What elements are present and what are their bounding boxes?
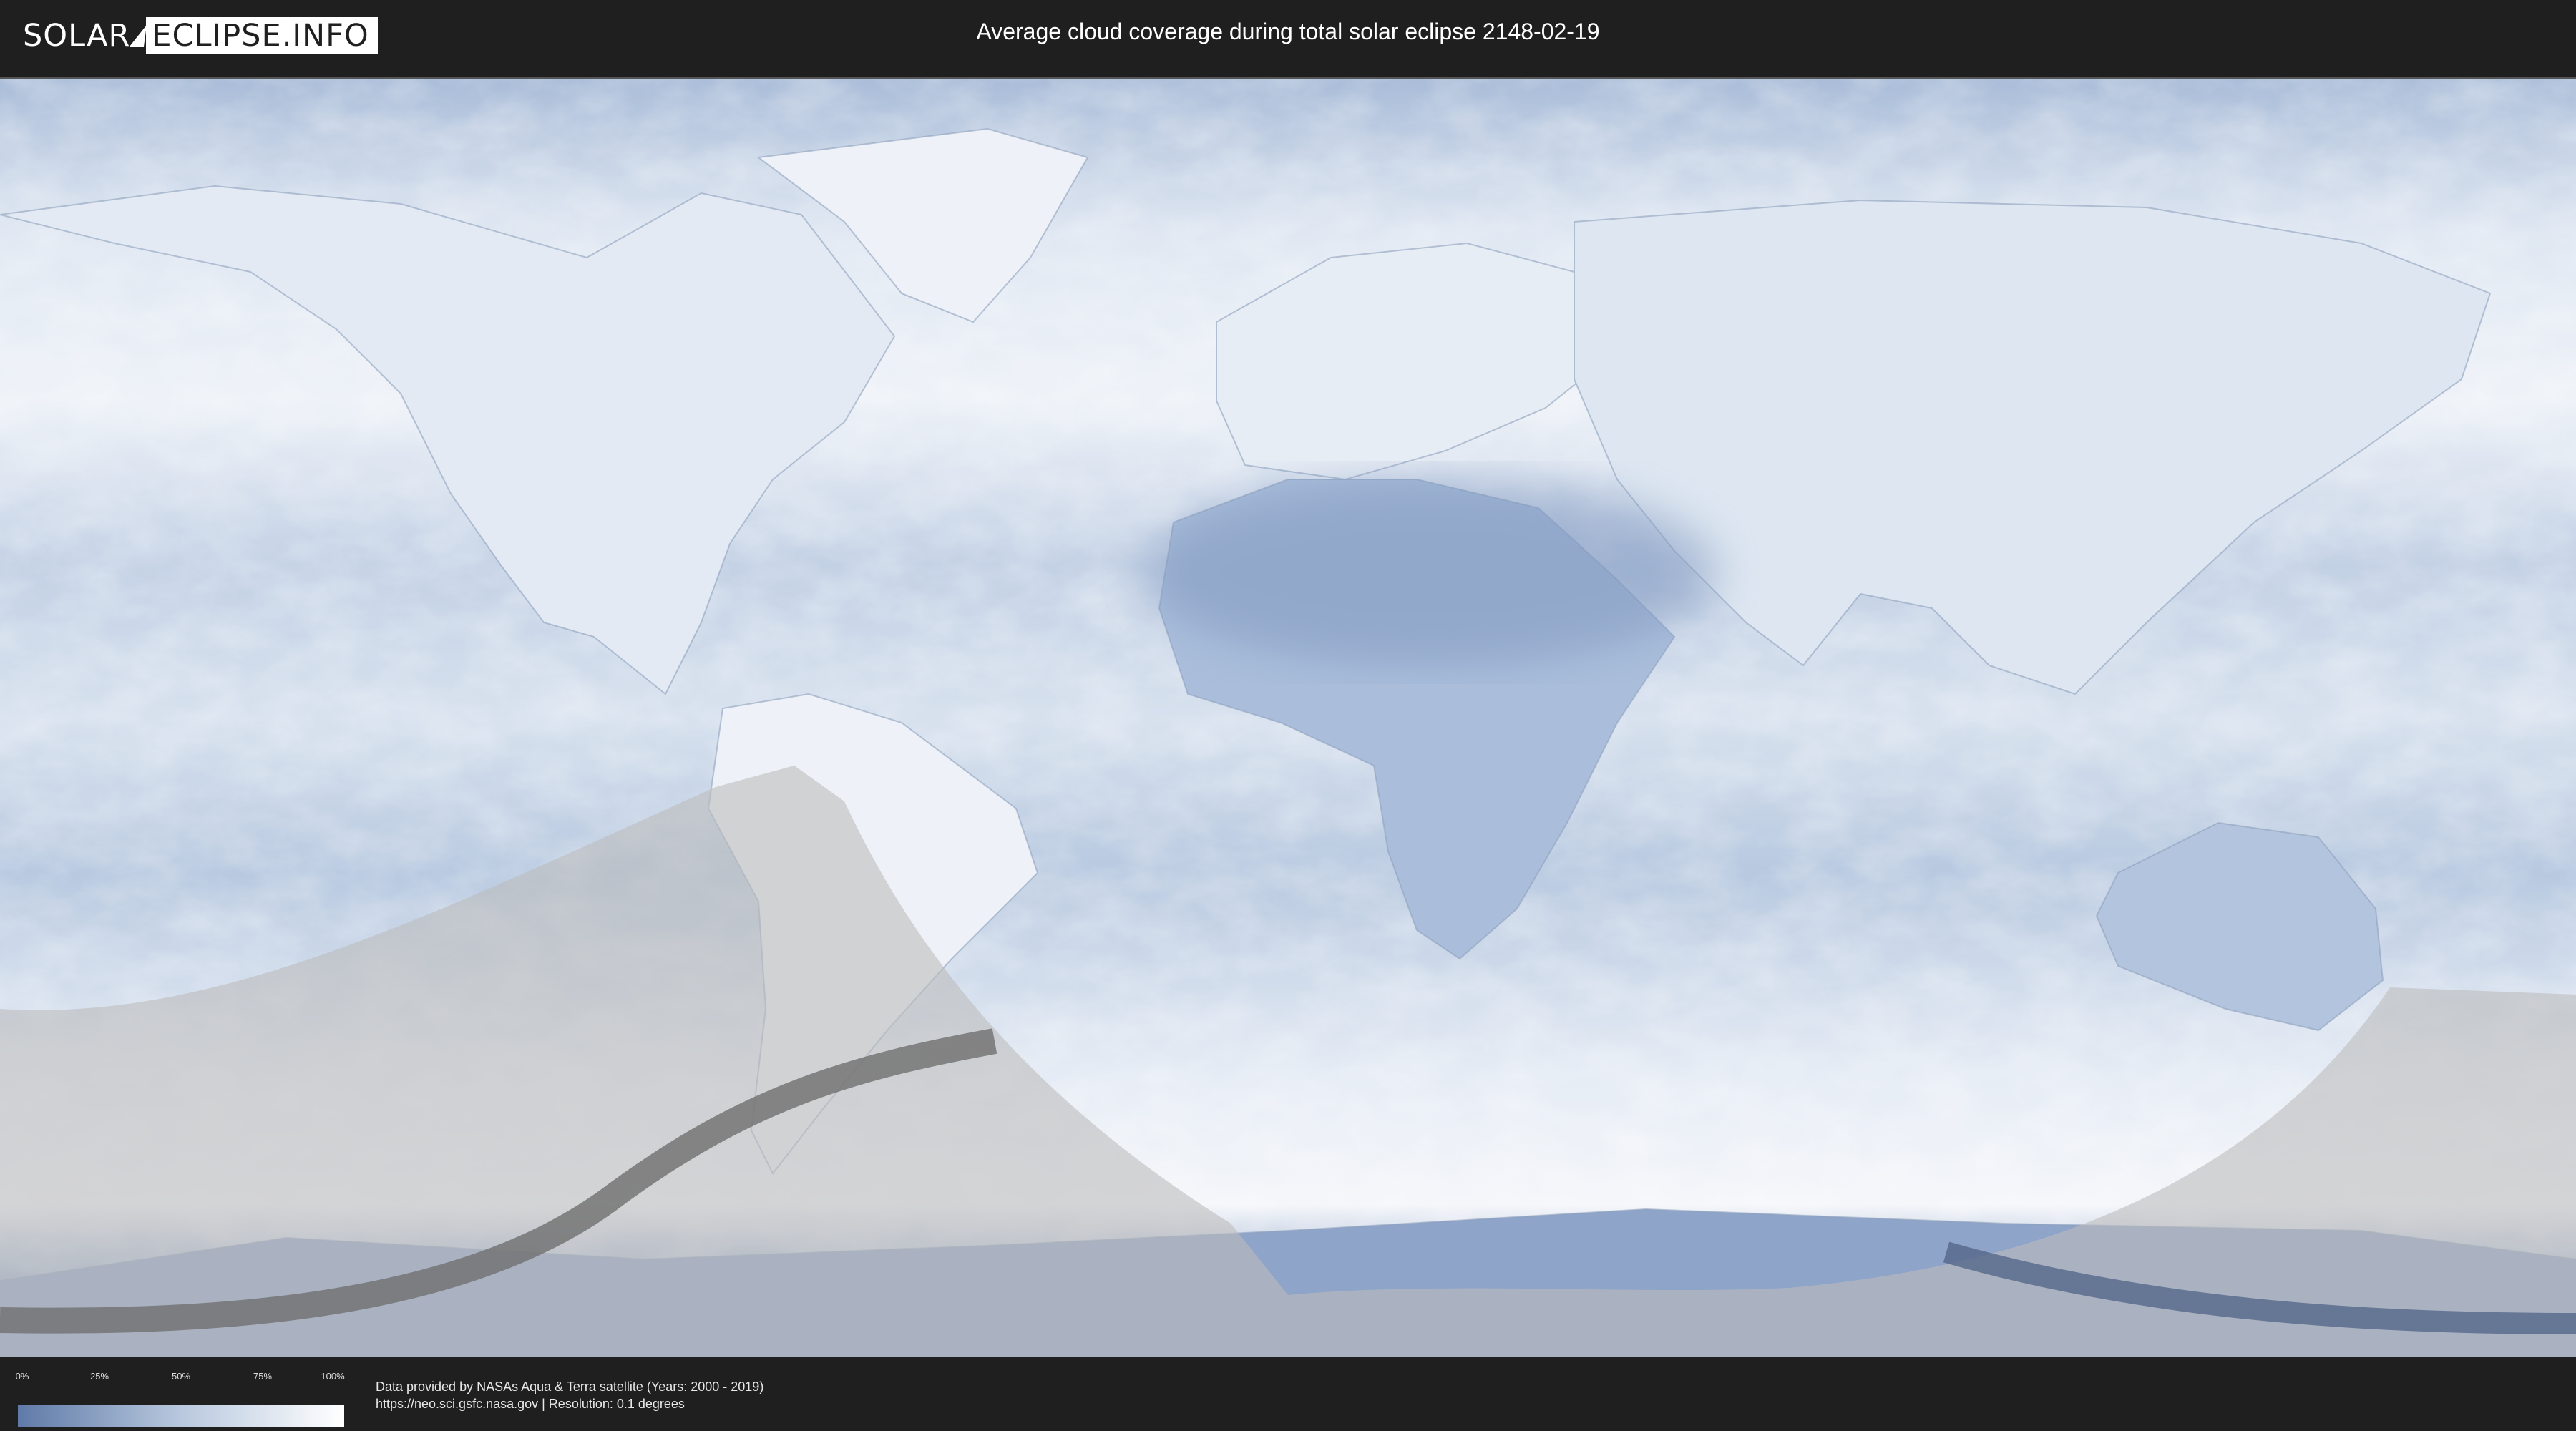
footer: 0% 25% 50% 75% 100% Data provided by NAS…: [0, 1357, 2576, 1431]
data-credits: Data provided by NASAs Aqua & Terra sate…: [376, 1378, 763, 1412]
legend-tick-0: 0%: [15, 1371, 29, 1382]
legend-tick-50: 50%: [171, 1371, 191, 1382]
map-svg: [0, 79, 2576, 1358]
credits-line-source: Data provided by NASAs Aqua & Terra sate…: [376, 1379, 764, 1394]
legend-tick-100: 100%: [321, 1371, 345, 1382]
legend-gradient-bar: [18, 1405, 344, 1427]
color-legend: 0% 25% 50% 75% 100%: [15, 1371, 345, 1427]
legend-tick-25: 25%: [89, 1371, 109, 1382]
header: SOLAR ECLIPSE.INFO Average cloud coverag…: [0, 0, 2576, 72]
page-title: Average cloud coverage during total sola…: [976, 19, 1600, 44]
legend-ticks: 0% 25% 50% 75% 100%: [15, 1371, 345, 1387]
credits-line-url[interactable]: https://neo.sci.gsfc.nasa.gov | Resoluti…: [376, 1395, 763, 1412]
cloud-coverage-map: [0, 77, 2576, 1358]
legend-tick-75: 75%: [253, 1371, 273, 1382]
sahara-clear-sky: [1145, 479, 1717, 665]
